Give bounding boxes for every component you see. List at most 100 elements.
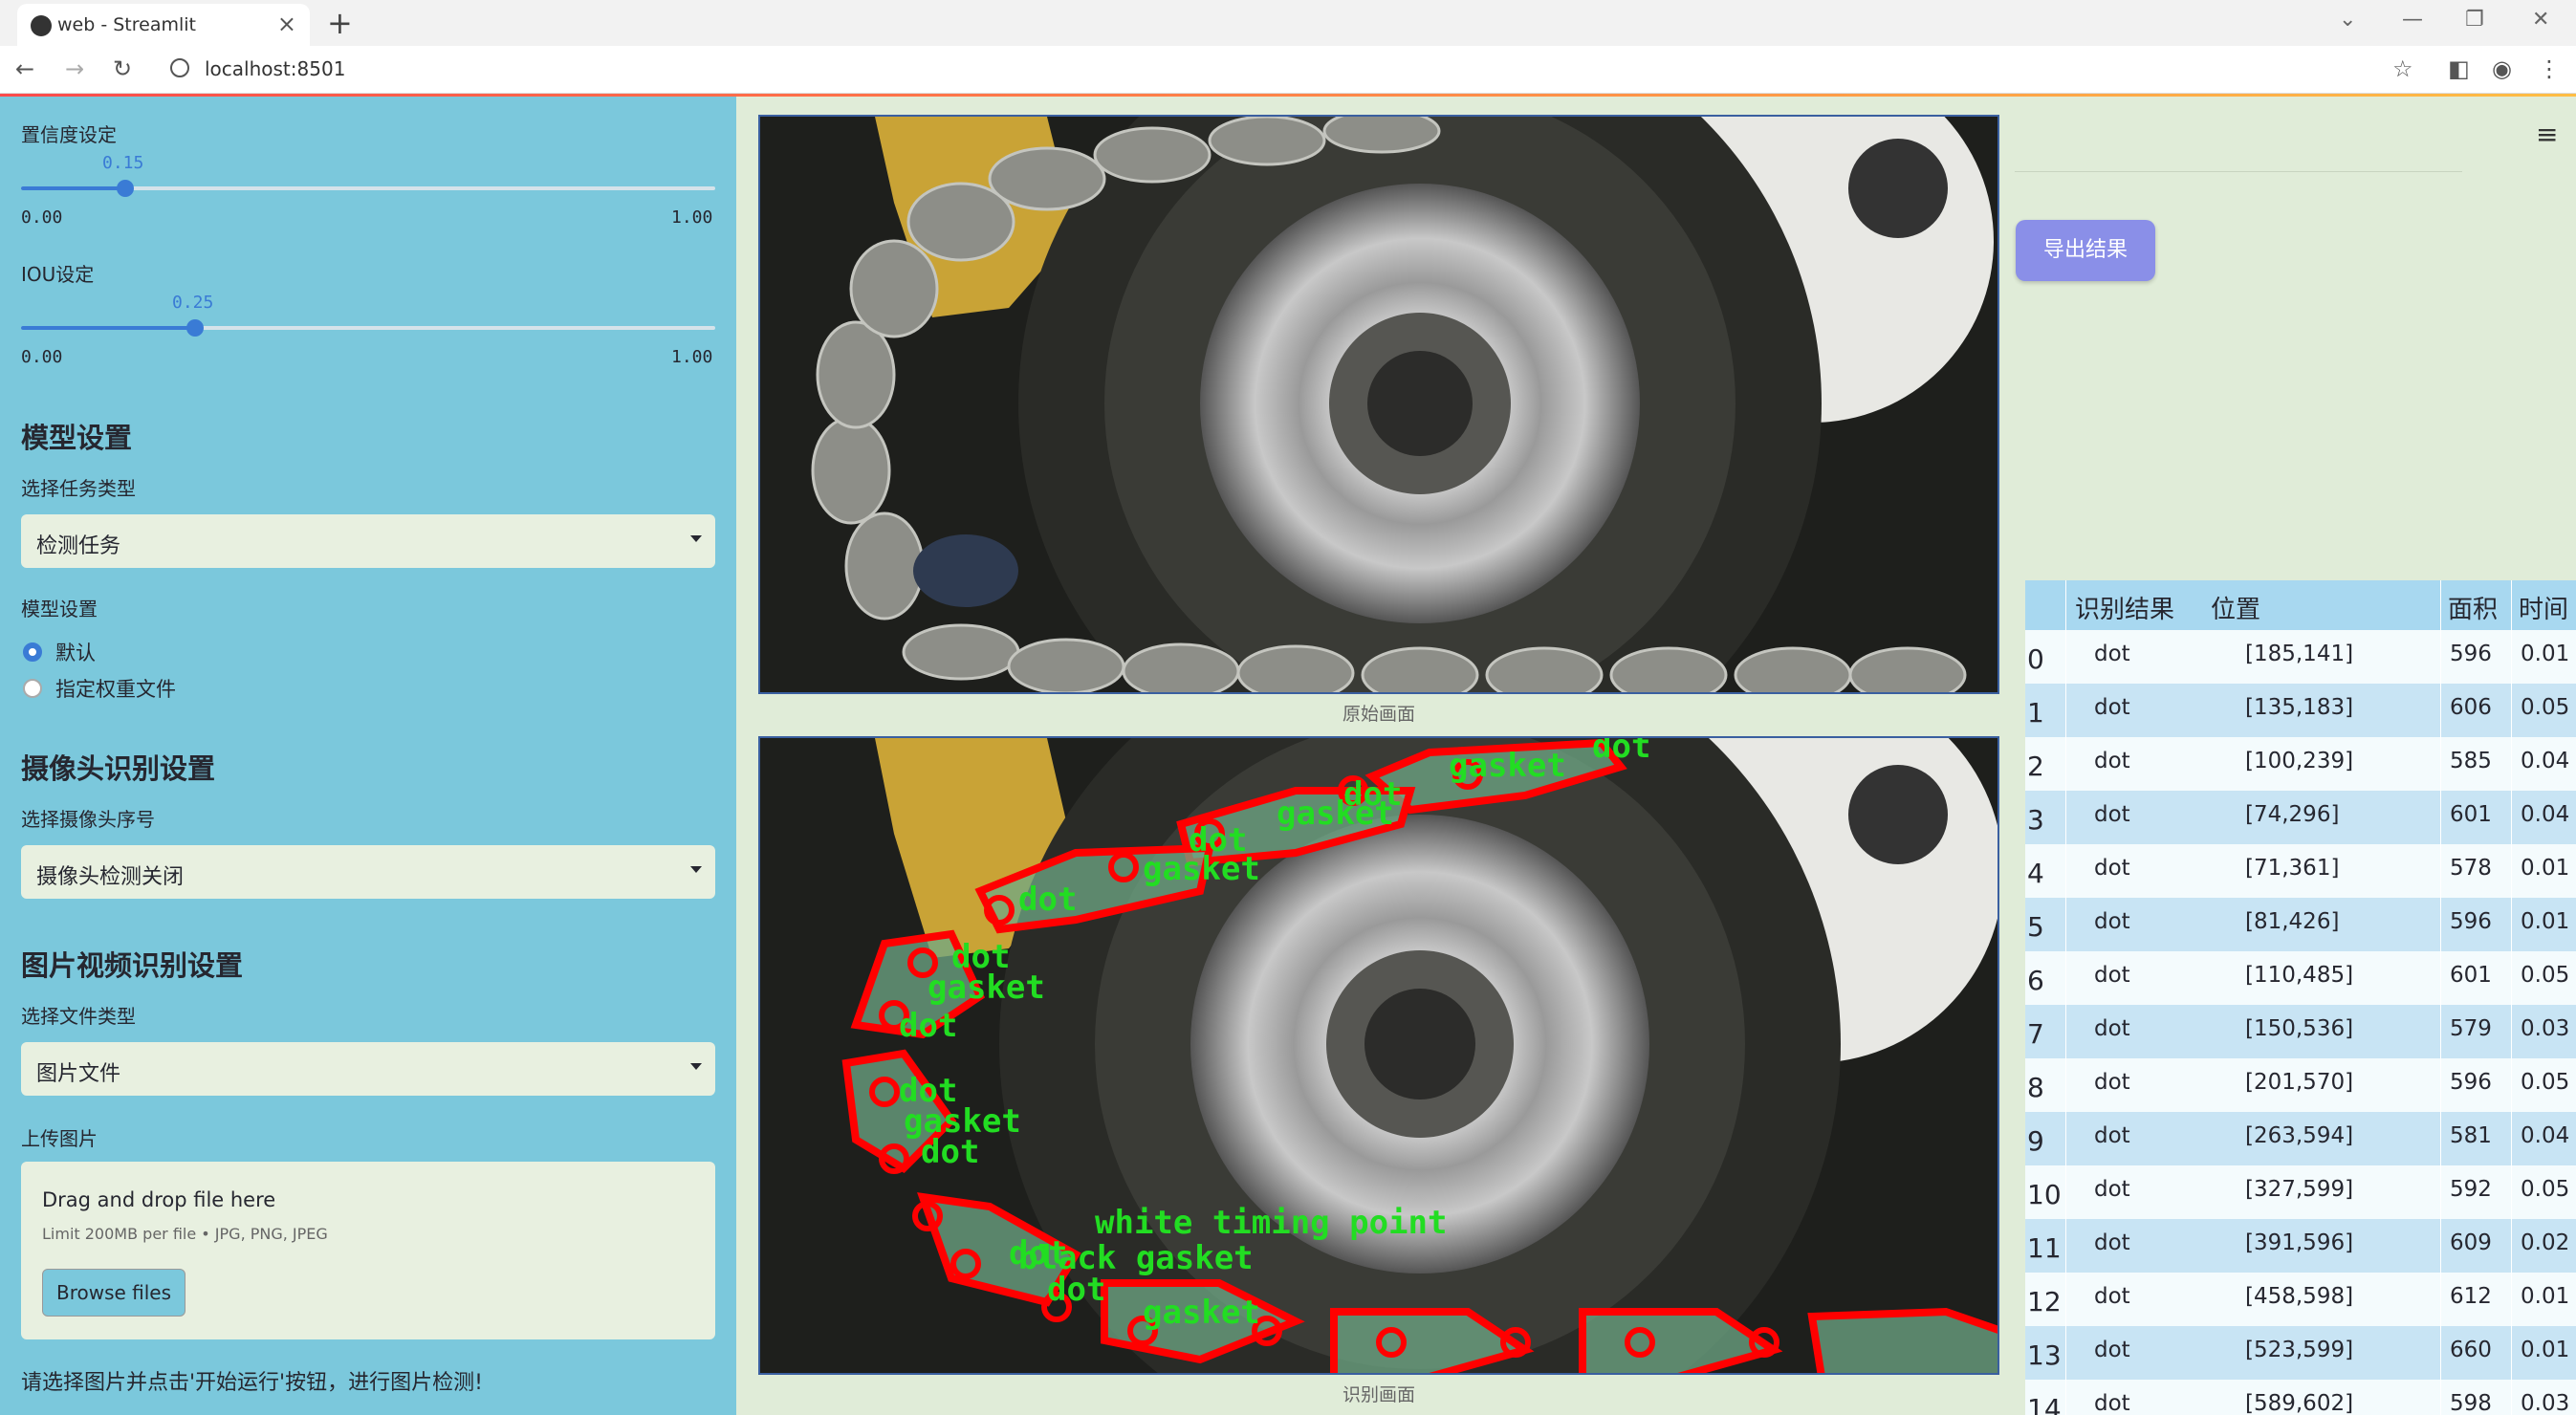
chevron-down-icon: [690, 1063, 702, 1070]
svg-text:gasket: gasket: [1143, 1294, 1260, 1332]
row-index: 5: [2027, 911, 2044, 943]
forward-icon[interactable]: →: [65, 55, 84, 82]
cell-position: [100,239]: [2245, 749, 2354, 773]
table-row[interactable]: 12 dot [458,598] 612 0.01: [2025, 1273, 2576, 1326]
file-type-label: 选择文件类型: [21, 1005, 136, 1028]
drop-text: Drag and drop file here: [42, 1188, 276, 1211]
export-results-button[interactable]: 导出结果: [2016, 220, 2155, 281]
cell-result: dot: [2094, 802, 2130, 827]
reload-icon[interactable]: ↻: [113, 55, 132, 82]
site-info-icon[interactable]: [170, 58, 189, 77]
confidence-max: 1.00: [671, 207, 713, 228]
iou-label: IOU设定: [21, 263, 95, 286]
cell-time: 0.01: [2521, 642, 2570, 666]
cell-time: 0.01: [2521, 856, 2570, 881]
cell-position: [185,141]: [2245, 642, 2354, 666]
iou-slider-thumb[interactable]: [186, 319, 204, 337]
header-area[interactable]: 面积: [2448, 590, 2498, 625]
camera-index-label: 选择摄像头序号: [21, 808, 155, 831]
row-index: 2: [2027, 751, 2044, 782]
cell-area: 592: [2450, 1177, 2492, 1202]
radio-custom-weights[interactable]: [23, 679, 42, 698]
header-result[interactable]: 识别结果: [2075, 590, 2174, 625]
result-image: dot gasket dot gasket dot gasket dot dot…: [758, 736, 1999, 1375]
table-row[interactable]: 8 dot [201,570] 596 0.05: [2025, 1058, 2576, 1112]
cell-position: [458,598]: [2245, 1284, 2354, 1309]
table-row[interactable]: 11 dot [391,596] 609 0.02: [2025, 1219, 2576, 1273]
browser-menu-icon[interactable]: ⋮: [2538, 55, 2561, 82]
confidence-slider[interactable]: [21, 180, 715, 197]
cell-position: [263,594]: [2245, 1123, 2354, 1148]
table-row[interactable]: 9 dot [263,594] 581 0.04: [2025, 1112, 2576, 1165]
confidence-slider-thumb[interactable]: [117, 180, 134, 197]
table-row[interactable]: 7 dot [150,536] 579 0.03: [2025, 1005, 2576, 1058]
svg-text:gasket: gasket: [1449, 747, 1566, 785]
camera-settings-heading: 摄像头识别设置: [21, 752, 216, 785]
table-row[interactable]: 4 dot [71,361] 578 0.01: [2025, 844, 2576, 898]
cell-area: 598: [2450, 1391, 2492, 1415]
bookmark-star-icon[interactable]: ☆: [2392, 55, 2413, 82]
header-time[interactable]: 时间: [2519, 590, 2568, 625]
cell-position: [589,602]: [2245, 1391, 2354, 1415]
new-tab-icon[interactable]: +: [327, 5, 353, 41]
svg-text:dot: dot: [1592, 738, 1650, 766]
cell-area: 596: [2450, 1070, 2492, 1095]
cell-result: dot: [2094, 909, 2130, 934]
close-tab-icon[interactable]: ×: [277, 11, 296, 37]
browser-tab[interactable]: web - Streamlit ×: [17, 4, 310, 46]
table-row[interactable]: 1 dot [135,183] 606 0.05: [2025, 684, 2576, 737]
file-dropzone[interactable]: Drag and drop file here Limit 200MB per …: [21, 1162, 715, 1339]
iou-slider-fill: [21, 326, 195, 330]
minimize-icon[interactable]: —: [2402, 8, 2423, 32]
cell-time: 0.02: [2521, 1230, 2570, 1255]
table-row[interactable]: 6 dot [110,485] 601 0.05: [2025, 951, 2576, 1005]
results-table: 识别结果 位置 面积 时间 0 dot [185,141] 596 0.01 1 dot [1…: [2025, 580, 2576, 1415]
model-label: 模型设置: [21, 598, 98, 620]
row-index: 10: [2027, 1179, 2062, 1210]
row-index: 14: [2027, 1393, 2062, 1415]
table-row[interactable]: 13 dot [523,599] 660 0.01: [2025, 1326, 2576, 1380]
restore-icon[interactable]: ❐: [2465, 8, 2484, 32]
side-panel-icon[interactable]: ◧: [2448, 55, 2470, 82]
file-type-select[interactable]: 图片文件: [21, 1042, 715, 1096]
cell-result: dot: [2094, 1016, 2130, 1041]
cell-area: 609: [2450, 1230, 2492, 1255]
profile-avatar-icon[interactable]: ◉: [2492, 55, 2512, 82]
radio-default[interactable]: [23, 642, 42, 662]
original-caption: 原始画面: [1342, 704, 1415, 725]
cell-result: dot: [2094, 695, 2130, 720]
back-icon[interactable]: ←: [15, 55, 34, 82]
streamlit-menu-icon[interactable]: ≡: [2536, 119, 2558, 150]
iou-slider[interactable]: [21, 319, 715, 337]
table-row[interactable]: 14 dot [589,602] 598 0.03: [2025, 1380, 2576, 1415]
confidence-label: 置信度设定: [21, 123, 117, 146]
cell-result: dot: [2094, 1284, 2130, 1309]
table-row[interactable]: 2 dot [100,239] 585 0.04: [2025, 737, 2576, 791]
camera-index-select[interactable]: 摄像头检测关闭: [21, 845, 715, 899]
upload-limit-text: Limit 200MB per file • JPG, PNG, JPEG: [42, 1225, 328, 1243]
address-bar: ← → ↻ localhost:8501 ☆ ◧ ◉ ⋮: [0, 46, 2576, 94]
cell-time: 0.01: [2521, 1338, 2570, 1362]
cell-result: dot: [2094, 1230, 2130, 1255]
cell-area: 596: [2450, 642, 2492, 666]
tab-search-icon[interactable]: ⌄: [2339, 8, 2356, 32]
cell-time: 0.03: [2521, 1016, 2570, 1041]
iou-min: 0.00: [21, 347, 63, 367]
cell-result: dot: [2094, 749, 2130, 773]
cell-area: 606: [2450, 695, 2492, 720]
browse-files-button[interactable]: Browse files: [42, 1269, 186, 1317]
table-row[interactable]: 3 dot [74,296] 601 0.04: [2025, 791, 2576, 844]
cell-area: 578: [2450, 856, 2492, 881]
svg-text:dot: dot: [921, 1133, 979, 1171]
header-position[interactable]: 位置: [2211, 590, 2260, 625]
row-index: 1: [2027, 697, 2044, 729]
svg-text:white timing point: white timing point: [1095, 1204, 1447, 1242]
cell-time: 0.04: [2521, 749, 2570, 773]
task-type-label: 选择任务类型: [21, 477, 136, 500]
table-row[interactable]: 10 dot [327,599] 592 0.05: [2025, 1165, 2576, 1219]
table-row[interactable]: 5 dot [81,426] 596 0.01: [2025, 898, 2576, 951]
url-field[interactable]: localhost:8501: [205, 57, 345, 80]
table-row[interactable]: 0 dot [185,141] 596 0.01: [2025, 630, 2576, 684]
close-window-icon[interactable]: ✕: [2532, 8, 2549, 32]
task-type-select[interactable]: 检测任务: [21, 514, 715, 568]
